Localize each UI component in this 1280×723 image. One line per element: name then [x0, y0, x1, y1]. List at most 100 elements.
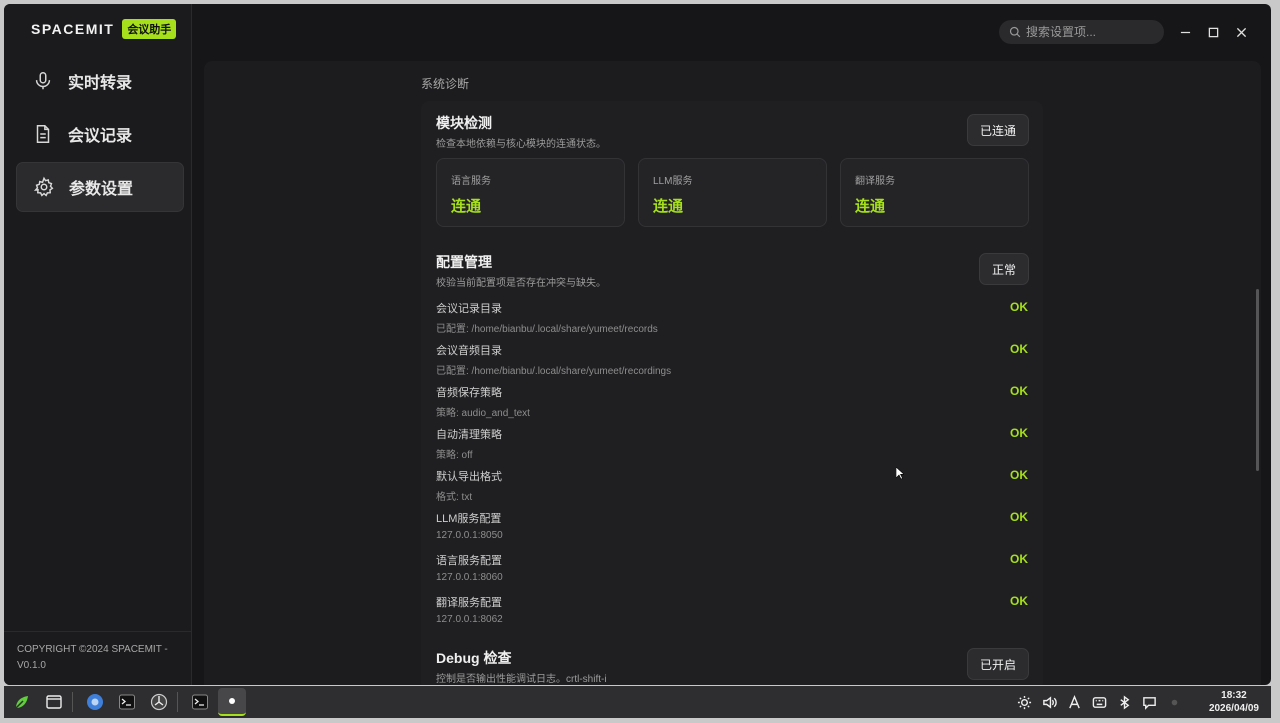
module-cards: 语言服务 连通 LLM服务 连通 翻译服务 连通	[436, 158, 1029, 227]
card-value: 连通	[855, 198, 886, 215]
config-value: 127.0.0.1:8060	[436, 572, 503, 583]
list-item: 会议音频目录 已配置: /home/bianbu/.local/share/yu…	[436, 342, 1028, 384]
module-card-translation: 翻译服务 连通	[840, 158, 1029, 227]
config-name: 翻译服务配置	[436, 597, 502, 609]
volume-button[interactable]	[1041, 694, 1058, 711]
config-name: 语言服务配置	[436, 555, 502, 567]
list-item: 翻译服务配置 127.0.0.1:8062 OK	[436, 594, 1028, 636]
minimize-icon	[1180, 31, 1190, 33]
terminal-icon	[119, 694, 135, 710]
clock-date: 2026/04/09	[1208, 703, 1259, 714]
terminal-button[interactable]	[113, 688, 141, 716]
system-tray: 18:32 2026/04/09	[1016, 686, 1259, 718]
list-item: LLM服务配置 127.0.0.1:8050 OK	[436, 510, 1028, 552]
keyboard-icon	[1092, 696, 1107, 708]
config-name: 默认导出格式	[436, 471, 502, 483]
config-value: 已配置: /home/bianbu/.local/share/yumeet/re…	[436, 324, 658, 335]
microphone-icon	[35, 72, 51, 90]
module-card-language: 语言服务 连通	[436, 158, 625, 227]
app-dot-icon	[229, 698, 235, 704]
config-value: 策略: off	[436, 450, 473, 461]
mouse-cursor-icon	[896, 467, 904, 480]
search-icon	[1009, 26, 1021, 38]
terminal-window-button[interactable]	[186, 688, 214, 716]
show-desktop-button[interactable]	[40, 688, 68, 716]
browser-button[interactable]	[81, 688, 109, 716]
config-name: 音频保存策略	[436, 387, 502, 399]
sidebar-nav: 实时转录 会议记录 参数设置	[16, 56, 184, 215]
sidebar-item-label: 参数设置	[69, 181, 134, 198]
diagnostics-panel: 模块检测 检查本地依赖与核心模块的连通状态。 已连通 语言服务 连通 LLM服务…	[421, 101, 1043, 685]
settings-app-button[interactable]	[145, 688, 173, 716]
card-label: LLM服务	[653, 176, 693, 187]
module-check-subtitle: 检查本地依赖与核心模块的连通状态。	[436, 139, 606, 150]
gear-icon	[33, 176, 54, 197]
status-badge: OK	[1010, 594, 1028, 608]
status-badge: OK	[1010, 384, 1028, 398]
card-label: 语言服务	[451, 176, 491, 187]
sidebar-item-settings[interactable]: 参数设置	[16, 162, 184, 212]
close-icon	[1236, 27, 1246, 37]
config-value: 127.0.0.1:8050	[436, 530, 503, 541]
sidebar-item-live-transcription[interactable]: 实时转录	[16, 56, 184, 106]
terminal-icon	[192, 694, 208, 710]
close-button[interactable]	[1231, 22, 1251, 42]
list-item: 音频保存策略 策略: audio_and_text OK	[436, 384, 1028, 426]
sidebar-item-label: 会议记录	[68, 128, 133, 145]
config-name: 会议记录目录	[436, 303, 502, 315]
config-title: 配置管理	[436, 254, 492, 270]
notifications-button[interactable]	[1141, 694, 1158, 711]
sidebar-item-meeting-records[interactable]: 会议记录	[16, 109, 184, 159]
status-badge: OK	[1010, 426, 1028, 440]
keyboard-button[interactable]	[1091, 694, 1108, 711]
taskbar: 18:32 2026/04/09	[4, 686, 1271, 718]
module-check-button[interactable]: 已连通	[966, 114, 1029, 146]
section-label: 系统诊断	[421, 77, 470, 91]
maximize-button[interactable]	[1203, 22, 1223, 42]
search-box[interactable]	[999, 20, 1164, 44]
sun-icon	[1017, 695, 1031, 709]
config-value: 格式: txt	[436, 492, 473, 503]
debug-toggle-button[interactable]: 已开启	[966, 648, 1029, 680]
document-icon	[36, 125, 50, 143]
config-value: 127.0.0.1:8062	[436, 614, 503, 625]
config-value: 已配置: /home/bianbu/.local/share/yumeet/re…	[436, 366, 672, 377]
leaf-logo-icon	[15, 696, 28, 709]
brand-badge: 会议助手	[122, 19, 177, 39]
clock[interactable]: 18:32 2026/04/09	[1209, 689, 1259, 715]
bluetooth-button[interactable]	[1116, 694, 1133, 711]
status-badge: OK	[1010, 300, 1028, 314]
debug-subtitle: 控制是否输出性能调试日志。crtl-shift-i	[436, 674, 607, 685]
config-status-button[interactable]: 正常	[978, 253, 1029, 285]
minimize-button[interactable]	[1175, 22, 1195, 42]
speaker-icon	[1043, 695, 1057, 709]
copyright-text: COPYRIGHT ©2024 SPACEMIT -	[17, 644, 168, 655]
search-input[interactable]	[1026, 25, 1156, 39]
scrollbar[interactable]	[1256, 289, 1259, 471]
status-badge: OK	[1010, 342, 1028, 356]
meeting-assistant-window-button[interactable]	[218, 688, 246, 716]
system-settings-icon	[150, 693, 168, 711]
brand-name: SPACEMIT	[31, 21, 115, 37]
list-item: 语言服务配置 127.0.0.1:8060 OK	[436, 552, 1028, 594]
input-method-button[interactable]	[1066, 694, 1083, 711]
version-text: V0.1.0	[17, 660, 46, 671]
card-label: 翻译服务	[855, 176, 895, 187]
launcher-button[interactable]	[8, 688, 36, 716]
settings-content: 系统诊断 模块检测 检查本地依赖与核心模块的连通状态。 已连通 语言服务 连通 …	[204, 61, 1261, 685]
list-item: 默认导出格式 格式: txt OK	[436, 468, 1028, 510]
status-badge: OK	[1010, 552, 1028, 566]
status-badge: OK	[1010, 468, 1028, 482]
sidebar-item-label: 实时转录	[68, 75, 133, 92]
brightness-button[interactable]	[1016, 694, 1033, 711]
card-value: 连通	[451, 198, 482, 215]
list-item: 自动清理策略 策略: off OK	[436, 426, 1028, 468]
module-check-title: 模块检测	[436, 115, 492, 131]
status-dot	[1166, 694, 1183, 711]
brand: SPACEMIT 会议助手	[31, 19, 177, 39]
maximize-icon	[1208, 27, 1218, 37]
top-bar	[192, 4, 1271, 60]
module-card-llm: LLM服务 连通	[638, 158, 827, 227]
sidebar: SPACEMIT 会议助手 实时转录 会议记录 参数设置 COPYRIGHT ©…	[4, 4, 192, 685]
sidebar-footer: COPYRIGHT ©2024 SPACEMIT - V0.1.0	[4, 631, 192, 685]
